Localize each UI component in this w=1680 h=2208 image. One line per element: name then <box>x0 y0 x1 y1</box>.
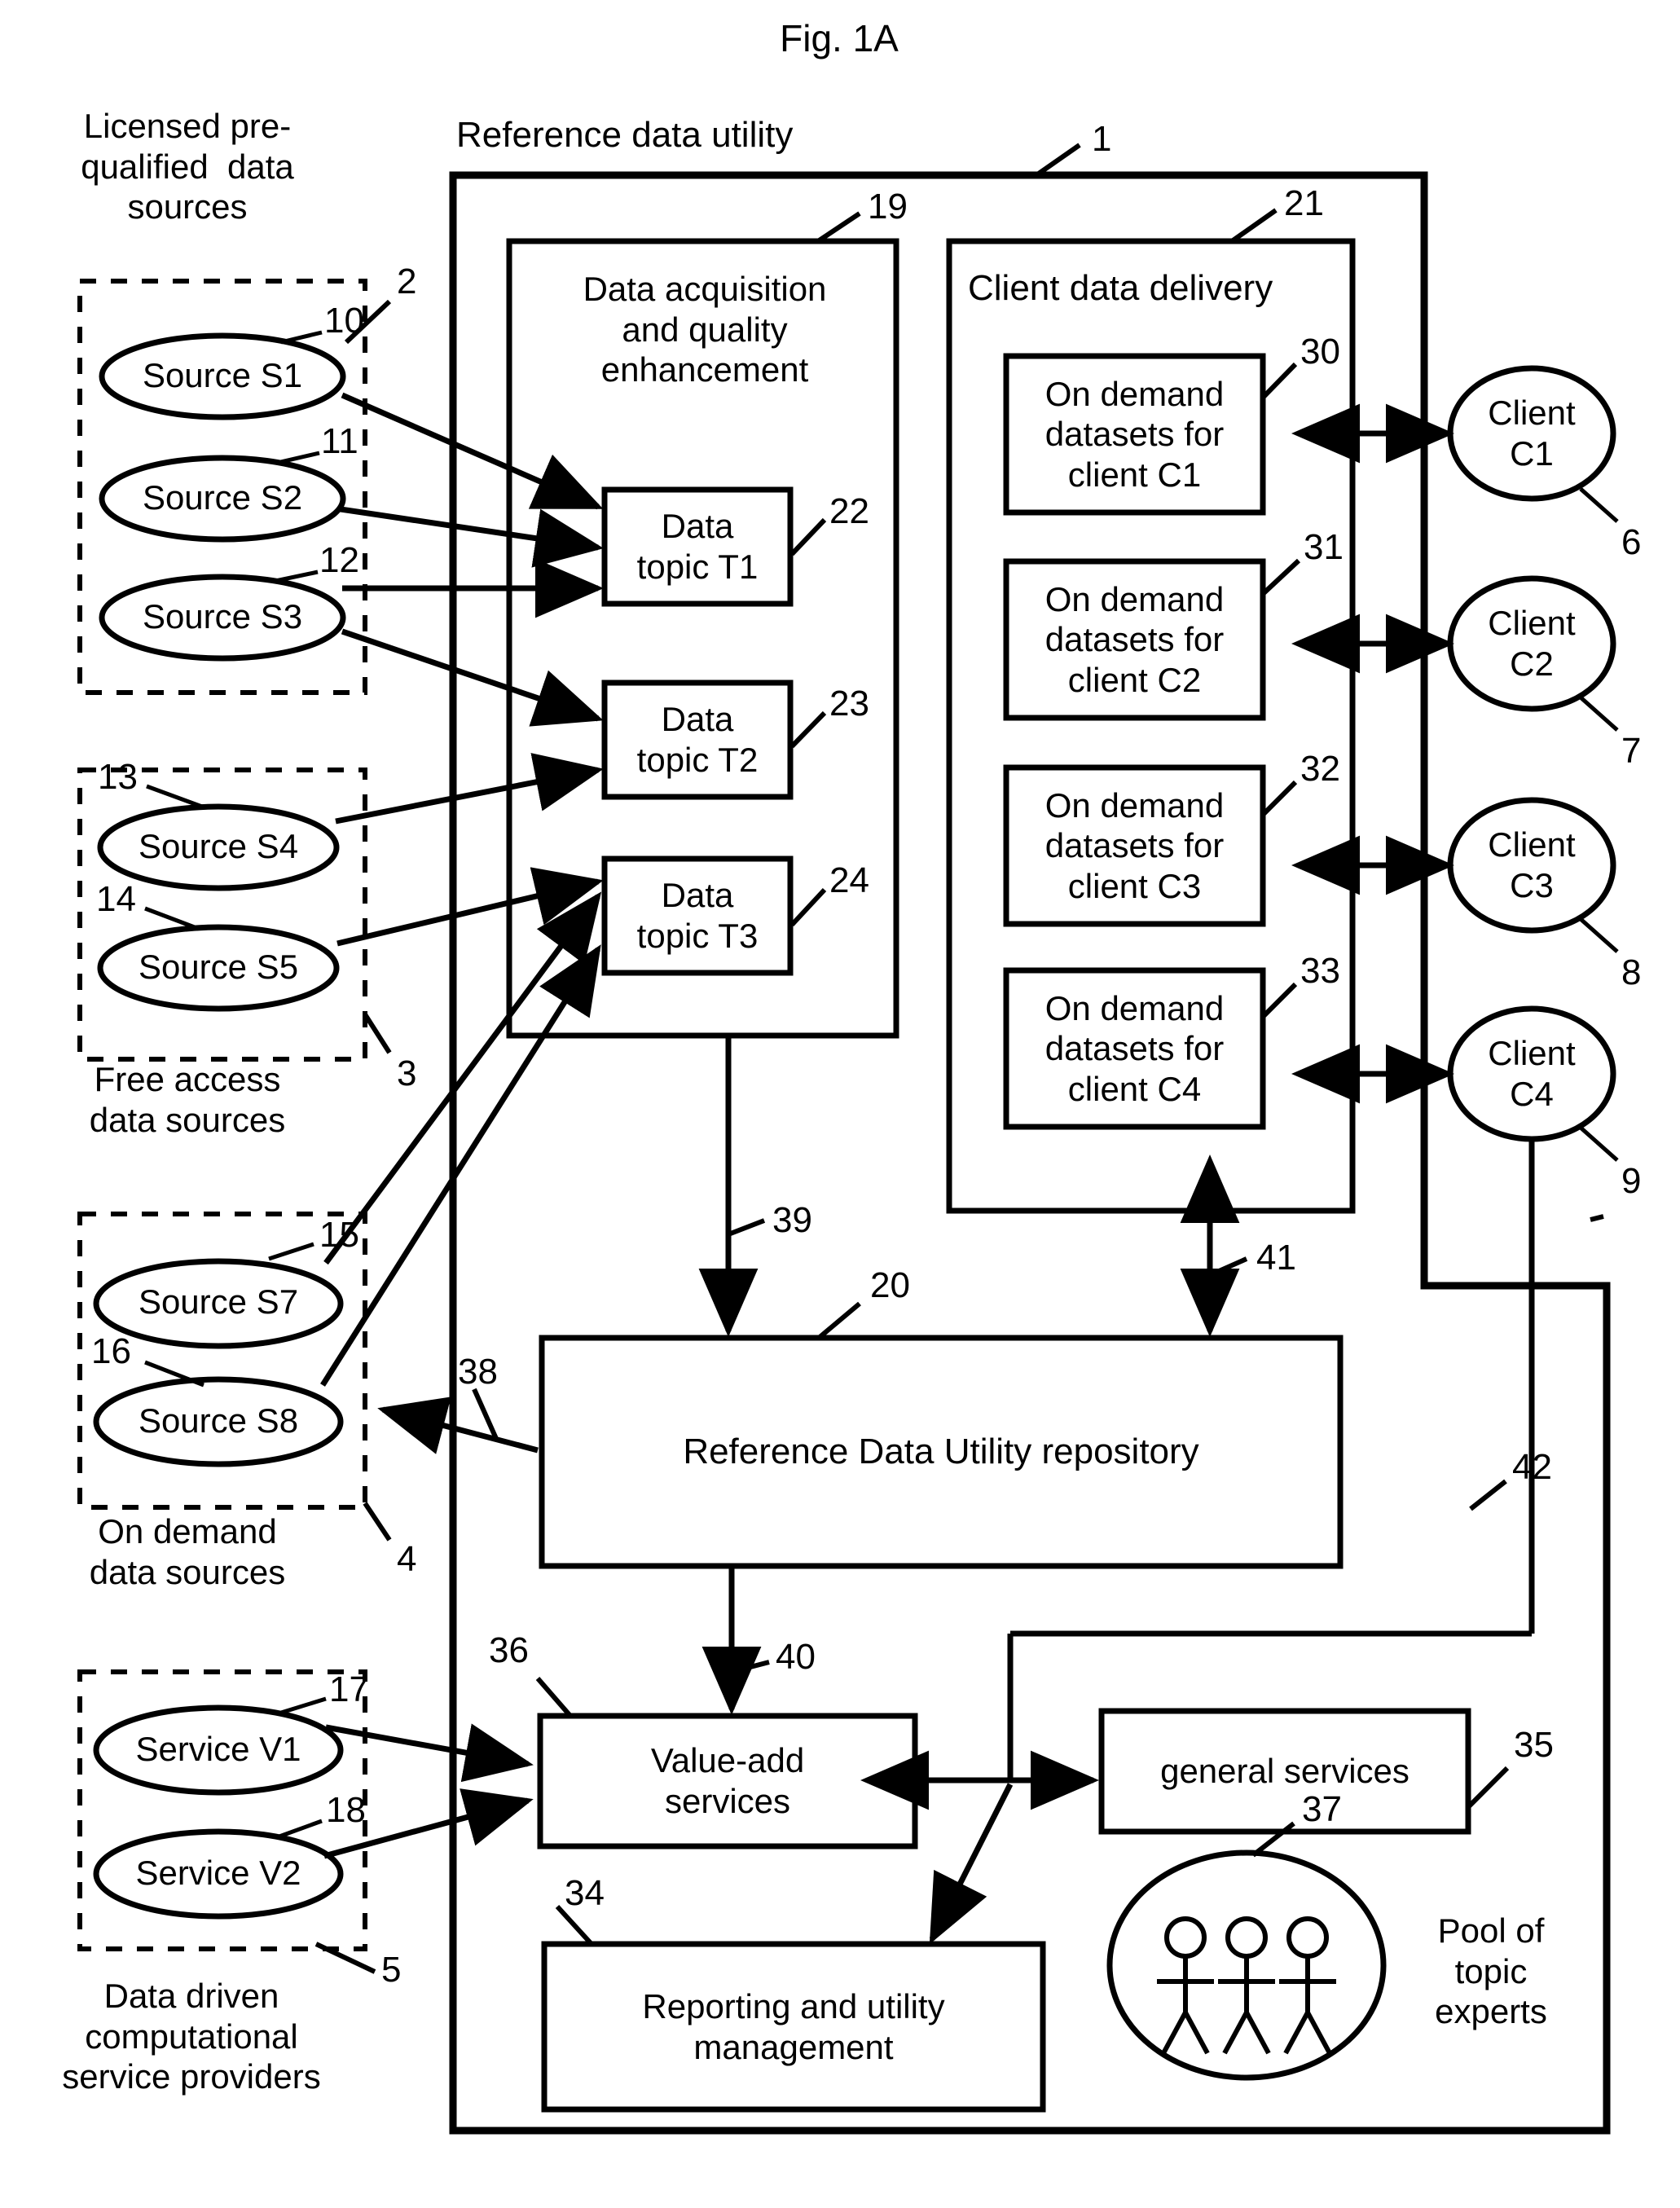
source-s3-label: Source S3 <box>142 597 303 636</box>
ref-9: 9 <box>1621 1161 1642 1201</box>
ref-24: 24 <box>829 860 869 900</box>
dataset-c1-label: On demand datasets for client C1 <box>1045 374 1225 494</box>
ref-41: 41 <box>1256 1238 1296 1278</box>
ref-35: 35 <box>1514 1725 1554 1765</box>
ref-16: 16 <box>91 1331 131 1371</box>
ref-11: 11 <box>321 421 358 461</box>
ref-8: 8 <box>1621 952 1642 992</box>
ref-10: 10 <box>324 301 364 341</box>
ref-5: 5 <box>381 1950 402 1990</box>
ref-33: 33 <box>1300 951 1340 991</box>
ref-12: 12 <box>319 540 359 580</box>
dataset-c4-label: On demand datasets for client C4 <box>1045 988 1225 1108</box>
ref-7: 7 <box>1621 731 1642 771</box>
client-c3-label: Client C3 <box>1488 825 1576 904</box>
repository-label: Reference Data Utility repository <box>683 1432 1199 1472</box>
ref-2: 2 <box>397 262 417 301</box>
computational-services-group <box>77 1669 367 1951</box>
licensed-sources-caption: Licensed pre- qualified data sources <box>81 107 294 227</box>
ref-42: 42 <box>1512 1447 1552 1487</box>
ref-14: 14 <box>96 879 136 919</box>
computational-services-caption: Data driven computational service provid… <box>62 1977 321 2096</box>
ref-36: 36 <box>489 1630 529 1670</box>
service-v1-label: Service V1 <box>135 1730 301 1769</box>
on-demand-sources-caption: On demand data sources <box>89 1512 286 1591</box>
ref-22: 22 <box>829 491 869 531</box>
source-s8-label: Source S8 <box>138 1401 299 1440</box>
value-add-services-label: Value-add services <box>650 1741 805 1820</box>
ref-4: 4 <box>397 1539 417 1579</box>
pool-of-experts-caption: Pool of topic experts <box>1435 1911 1547 2031</box>
stick-figure-icon <box>1157 1916 1214 2055</box>
client-c1-label: Client C1 <box>1488 394 1576 473</box>
figure-title: Fig. 1A <box>780 17 899 59</box>
source-s1-label: Source S1 <box>142 356 303 395</box>
stick-figure-icon <box>1218 1916 1275 2055</box>
client-data-delivery-title: Client data delivery <box>968 268 1273 308</box>
client-c2-label: Client C2 <box>1488 604 1576 683</box>
ref-32: 32 <box>1300 749 1340 789</box>
general-services-label: general services <box>1160 1752 1410 1791</box>
ref-31: 31 <box>1304 527 1344 567</box>
client-c4-label: Client C4 <box>1488 1034 1576 1113</box>
service-v2-label: Service V2 <box>135 1854 301 1893</box>
patent-figure-1a: Fig. 1A Licensed pre- qualified data sou… <box>0 0 1680 2208</box>
ref-34: 34 <box>565 1873 605 1913</box>
ref-15: 15 <box>319 1215 359 1255</box>
dataset-c2-label: On demand datasets for client C2 <box>1045 579 1225 699</box>
ref-3: 3 <box>397 1053 417 1093</box>
ref-1: 1 <box>1092 119 1112 159</box>
data-topic-t1-label: Data topic T1 <box>636 507 759 586</box>
ref-20: 20 <box>870 1265 910 1305</box>
source-s7-label: Source S7 <box>138 1282 299 1322</box>
ref-40: 40 <box>776 1637 816 1677</box>
reporting-label: Reporting and utility management <box>642 1986 945 2066</box>
ref-23: 23 <box>829 684 869 724</box>
data-topic-t2-label: Data topic T2 <box>636 700 759 779</box>
reference-data-utility-title: Reference data utility <box>456 115 794 155</box>
data-acquisition-title: Data acquisition and quality enhancement <box>583 270 827 389</box>
ref-39: 39 <box>772 1200 812 1240</box>
source-s4-label: Source S4 <box>138 827 299 866</box>
ref-37: 37 <box>1302 1789 1342 1829</box>
ref-21: 21 <box>1284 183 1324 223</box>
stick-figure-icon <box>1279 1916 1336 2055</box>
free-access-sources-caption: Free access data sources <box>89 1060 286 1139</box>
data-topic-t3-label: Data topic T3 <box>636 876 759 955</box>
ref-19: 19 <box>868 187 908 227</box>
ref-18: 18 <box>326 1790 366 1830</box>
source-s5-label: Source S5 <box>138 948 299 987</box>
ref-30: 30 <box>1300 332 1340 372</box>
dataset-c3-label: On demand datasets for client C3 <box>1045 785 1225 905</box>
ref-6: 6 <box>1621 522 1642 562</box>
ref-13: 13 <box>98 757 138 797</box>
ref-38: 38 <box>458 1352 498 1392</box>
ref-17: 17 <box>329 1669 369 1709</box>
source-s2-label: Source S2 <box>142 478 303 517</box>
